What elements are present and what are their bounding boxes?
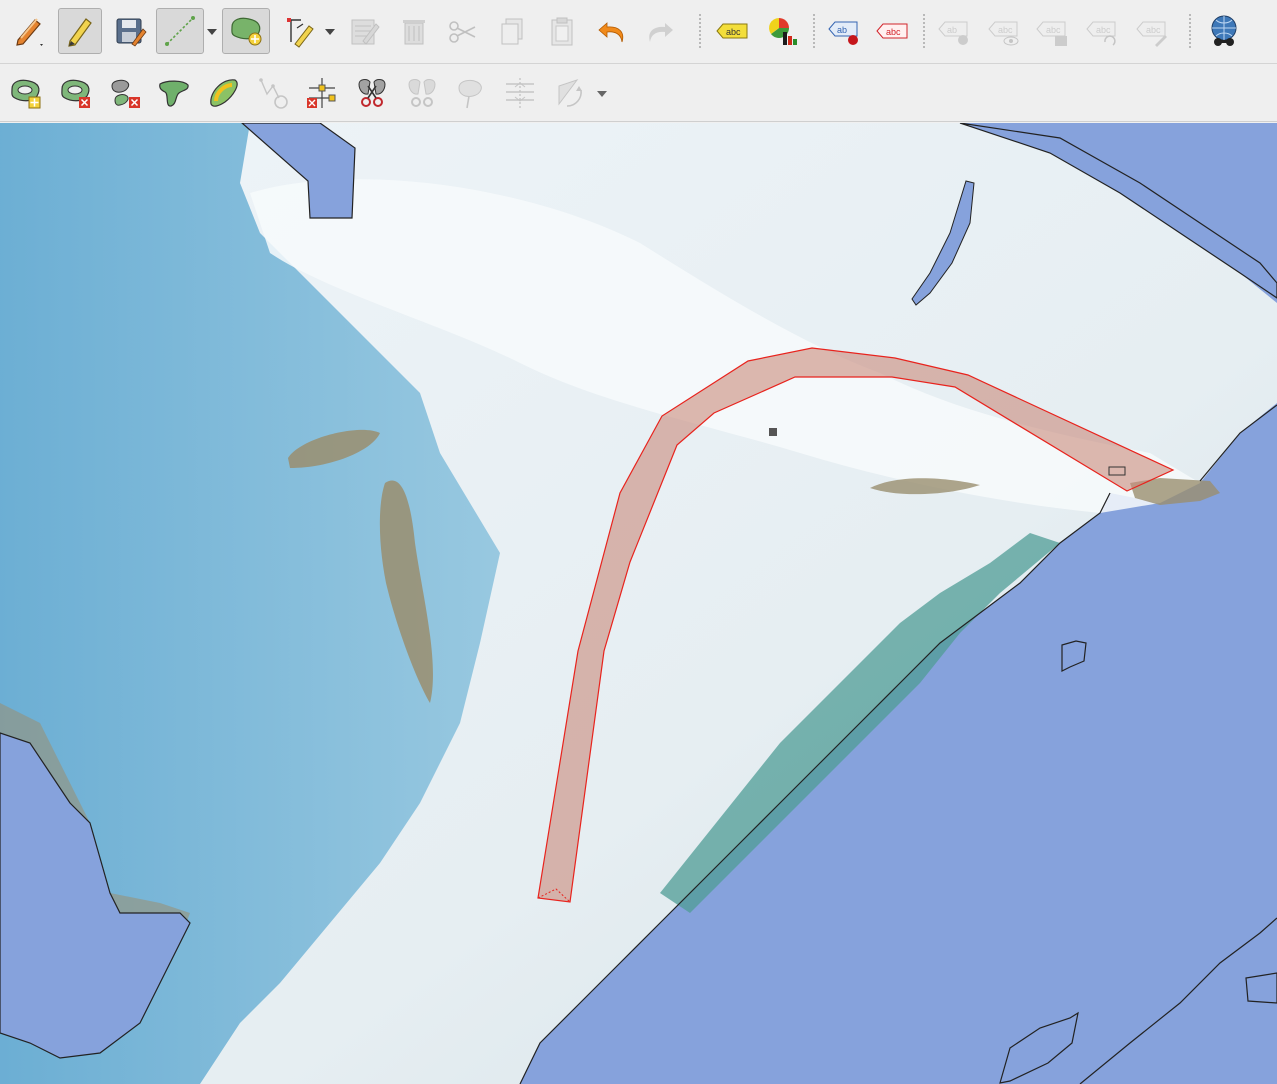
show-hide-label-icon: abc — [988, 21, 1019, 46]
merge-selected-button[interactable] — [400, 70, 444, 116]
svg-text:abc: abc — [1096, 25, 1111, 35]
rotate-label-icon: abc — [1086, 21, 1116, 46]
layer-diagram-button[interactable] — [760, 8, 804, 54]
merge-icon — [408, 79, 436, 107]
svg-text:abc: abc — [726, 27, 741, 37]
toggle-editing-button[interactable] — [58, 8, 102, 54]
vertex-dropdown-arrow[interactable] — [323, 8, 337, 54]
merge-attributes-icon — [458, 79, 482, 109]
digitize-dropdown-arrow[interactable] — [205, 8, 219, 54]
rotate-label-button[interactable]: abc — [1080, 8, 1124, 54]
pencil-icon — [68, 18, 92, 47]
align-points-icon — [506, 78, 534, 108]
reshape-icon — [159, 80, 189, 107]
offset-curve-icon — [210, 79, 238, 107]
chevron-down-icon — [325, 29, 335, 35]
trash-icon — [403, 20, 425, 45]
vertex-tool-icon — [287, 18, 314, 48]
vertex-tool-button[interactable] — [278, 8, 322, 54]
map-svg[interactable] — [0, 123, 1277, 1084]
toolbar-separator — [1188, 14, 1192, 48]
split-features-icon — [358, 79, 386, 107]
move-label-icon: abc — [1036, 21, 1067, 46]
map-feature-marker — [769, 428, 777, 436]
layer-labeling-button[interactable]: abc — [710, 8, 754, 54]
show-hide-labels-button[interactable]: abc — [982, 8, 1026, 54]
delete-ring-button[interactable] — [54, 70, 98, 116]
toolbar-separator — [698, 14, 702, 48]
redo-icon — [649, 23, 673, 42]
merge-attributes-button[interactable] — [450, 70, 494, 116]
add-ring-button[interactable] — [4, 70, 48, 116]
svg-text:abc: abc — [1046, 25, 1061, 35]
simplify-icon — [259, 78, 288, 109]
globe-binoculars-icon — [1211, 15, 1237, 46]
delete-selected-button[interactable] — [392, 8, 436, 54]
polyline-icon — [165, 16, 195, 46]
highlight-label-icon: abc — [876, 23, 908, 39]
globe-button[interactable] — [1202, 8, 1246, 54]
change-label-icon: abc — [1136, 21, 1167, 47]
copy-icon — [501, 18, 523, 45]
align-points-button[interactable] — [498, 70, 542, 116]
svg-text:abc: abc — [1146, 25, 1161, 35]
chevron-down-icon — [207, 29, 217, 35]
reshape-features-button[interactable] — [152, 70, 196, 116]
undo-icon — [598, 22, 624, 43]
paste-features-button[interactable] — [540, 8, 584, 54]
rotate-feature-button[interactable] — [548, 70, 592, 116]
pin-diagram-button[interactable]: ab — [932, 8, 976, 54]
modify-attributes-button[interactable] — [342, 8, 386, 54]
digitizing-toolbar: abc ab abc ab abc abc abc abc — [0, 0, 1277, 64]
simplify-button[interactable] — [252, 70, 296, 116]
cut-features-button[interactable] — [440, 8, 484, 54]
pin-label-icon: ab — [828, 21, 858, 45]
move-label-button[interactable]: abc — [1030, 8, 1074, 54]
digitize-line-button[interactable] — [156, 8, 204, 54]
floppy-pencil-icon — [116, 18, 147, 47]
split-parts-button[interactable] — [300, 70, 344, 116]
undo-button[interactable] — [590, 8, 634, 54]
edit-table-icon — [351, 19, 380, 45]
paste-icon — [551, 17, 573, 46]
copy-features-button[interactable] — [490, 8, 534, 54]
map-canvas[interactable] — [0, 123, 1277, 1084]
advanced-digitizing-toolbar — [0, 64, 1277, 122]
change-label-button[interactable]: abc — [1130, 8, 1174, 54]
offset-curve-button[interactable] — [202, 70, 246, 116]
delete-part-icon — [111, 79, 140, 108]
add-polygon-button[interactable] — [222, 8, 270, 54]
rotate-dropdown-arrow[interactable] — [595, 70, 609, 116]
svg-text:ab: ab — [837, 25, 847, 35]
split-features-button[interactable] — [350, 70, 394, 116]
label-abc-icon: abc — [716, 23, 748, 39]
chevron-down-icon — [597, 91, 607, 97]
toolbar-separator — [922, 14, 926, 48]
diagram-icon — [769, 18, 797, 45]
rotate-feature-icon — [558, 79, 582, 107]
svg-text:abc: abc — [886, 27, 901, 37]
redo-button[interactable] — [638, 8, 682, 54]
save-layer-edits-button[interactable] — [108, 8, 152, 54]
delete-ring-icon — [61, 79, 90, 108]
add-polygon-icon — [231, 17, 262, 46]
highlight-labels-button[interactable]: abc — [870, 8, 914, 54]
pin-labels-button[interactable]: ab — [822, 8, 866, 54]
svg-text:ab: ab — [947, 25, 957, 35]
current-edits-button[interactable] — [8, 8, 52, 54]
toolbar-separator — [812, 14, 816, 48]
delete-part-button[interactable] — [104, 70, 148, 116]
split-parts-icon — [307, 78, 336, 108]
pin-diagram-icon: ab — [938, 21, 968, 45]
add-ring-icon — [11, 79, 41, 109]
pencil-dropdown-icon — [16, 18, 43, 46]
scissors-icon — [449, 21, 476, 43]
svg-text:abc: abc — [998, 25, 1013, 35]
